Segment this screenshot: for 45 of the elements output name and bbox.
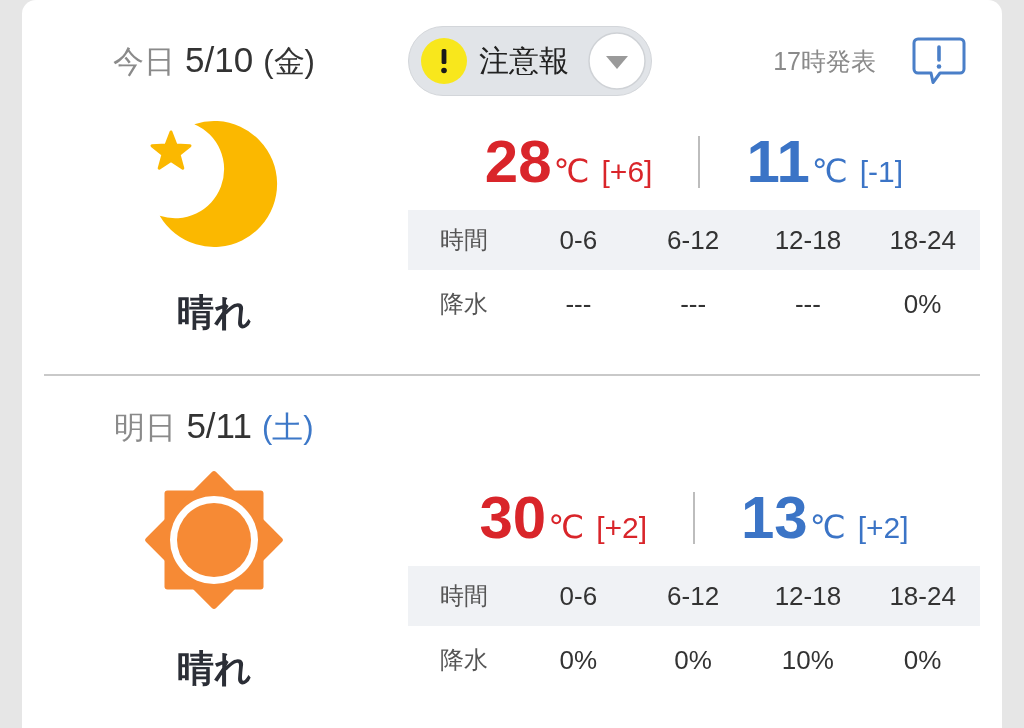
weather-text: 晴れ (176, 647, 252, 691)
table-cell-text: --- (679, 288, 708, 320)
table-cell-text: --- (564, 288, 593, 320)
column-header: 12-18 (773, 224, 843, 256)
table-cell-text: 0% (673, 644, 713, 676)
column-header: 12-18 (773, 580, 843, 612)
low-temperature: 11 (746, 130, 810, 194)
speech-bubble-exclamation-icon[interactable] (912, 37, 966, 85)
column-header: 18-24 (888, 580, 957, 612)
high-temperature: 30 (479, 486, 547, 550)
day-label: 今日 (113, 43, 176, 81)
row-header: 降水 (439, 645, 489, 675)
exclamation-circle-icon (421, 38, 467, 84)
high-temperature: 28 (484, 130, 552, 194)
row-header: 降水 (439, 289, 489, 319)
issued-time: 17時発表 (773, 45, 876, 77)
table-cell-text: 10% (780, 644, 835, 676)
date-text: 5/10 (185, 39, 254, 81)
low-temperature: 13 (741, 486, 808, 550)
warning-dropdown[interactable]: 注意報 (408, 26, 652, 96)
temperature-difference: [+6] (601, 155, 653, 189)
day-label: 明日 (114, 409, 177, 447)
temperature-difference: [-1] (859, 155, 904, 189)
column-header: 18-24 (888, 224, 957, 256)
table-cell-text: --- (793, 288, 822, 320)
column-header: 6-12 (666, 224, 721, 256)
weekday-text: (土) (261, 409, 314, 447)
column-header: 6-12 (666, 580, 721, 612)
column-header: 時間 (439, 581, 489, 611)
column-header: 0-6 (558, 580, 599, 612)
temperature-unit: ℃ (548, 508, 585, 546)
temperature-difference: [+2] (596, 511, 647, 545)
table-cell-text: 0% (558, 644, 599, 676)
table-cell-text: 0% (902, 644, 943, 676)
weather-text: 晴れ (176, 291, 252, 335)
column-header: 時間 (439, 225, 489, 255)
date-text: 5/11 (186, 405, 252, 447)
temperature-difference: [+2] (857, 511, 909, 545)
temperature-unit: ℃ (811, 152, 848, 190)
temperature-unit: ℃ (553, 152, 590, 190)
table-cell-text: 0% (902, 288, 943, 320)
column-header: 0-6 (558, 224, 599, 256)
caret-icon (587, 31, 647, 91)
weekday-text: (金) (263, 43, 315, 81)
temperature-unit: ℃ (809, 508, 846, 546)
